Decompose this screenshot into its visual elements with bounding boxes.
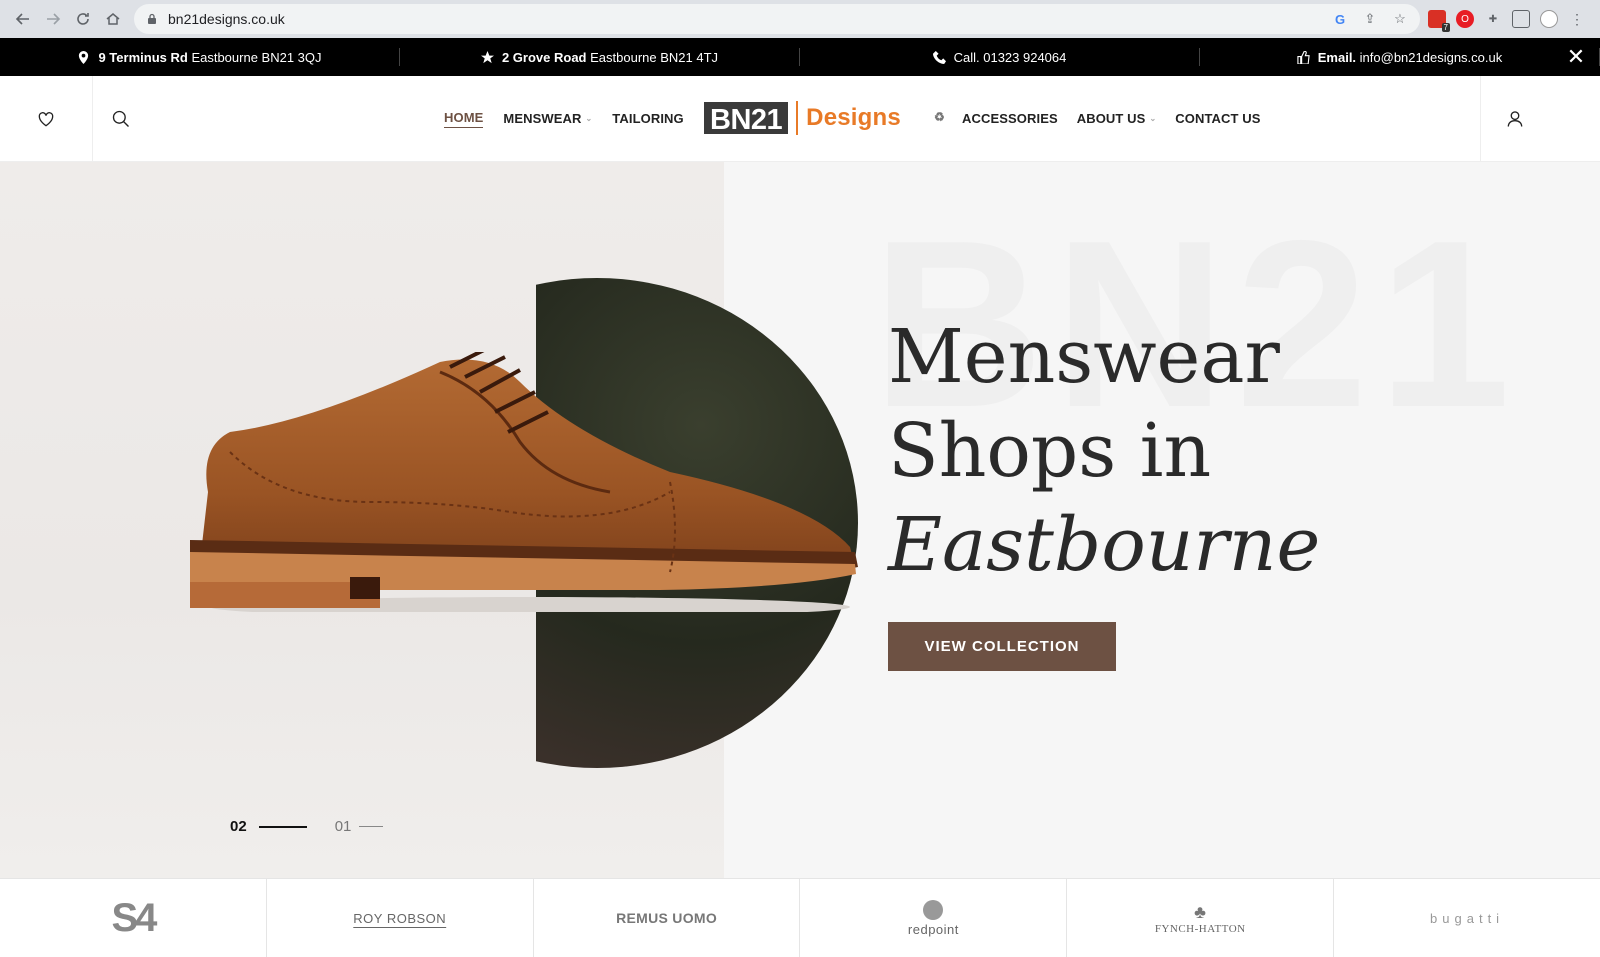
brand-remus-uomo[interactable]: REMUS UOMO xyxy=(534,879,801,957)
url-text: bn21designs.co.uk xyxy=(168,11,285,27)
lock-icon xyxy=(148,13,156,24)
hero-line2: Shops in xyxy=(888,408,1212,494)
logo-designs: Designs xyxy=(806,104,901,131)
reload-icon[interactable] xyxy=(68,4,98,34)
redpoint-circle-icon xyxy=(923,899,944,920)
user-account-icon[interactable] xyxy=(1480,76,1548,161)
bookmark-star-icon[interactable]: ☆ xyxy=(1392,11,1408,27)
hero-line1: Menswear xyxy=(888,314,1280,400)
logo-divider xyxy=(796,101,799,135)
slider-pagination: 02 01 xyxy=(230,818,384,835)
share-icon[interactable]: ⇪ xyxy=(1362,11,1378,27)
brand-s4[interactable]: S4 xyxy=(0,879,267,957)
sidebar-icon[interactable] xyxy=(1512,10,1530,28)
address-bar[interactable]: bn21designs.co.uk G ⇪ ☆ xyxy=(134,4,1420,34)
accessories-icon: ♻ xyxy=(934,109,945,124)
main-nav-left: HOME MENSWEAR ⌄ TAILORING xyxy=(444,76,704,161)
email-link[interactable]: Email. info@bn21designs.co.uk xyxy=(1200,48,1600,66)
brand-bugatti[interactable]: bugatti xyxy=(1334,879,1600,957)
map-pin-icon xyxy=(79,50,89,64)
slide-next[interactable]: 01 xyxy=(335,818,352,835)
top-info-bar: 9 Terminus Rd Eastbourne BN21 3QJ 2 Grov… xyxy=(0,38,1600,76)
hero-slider: BN21 Menswear Shops in Eastbourne VIEW C… xyxy=(0,162,1600,880)
site-logo[interactable]: BN21 Designs xyxy=(704,101,901,136)
nav-contact[interactable]: CONTACT US xyxy=(1175,111,1260,126)
kebab-menu-icon[interactable]: ⋮ xyxy=(1568,10,1586,28)
profile-avatar-icon[interactable] xyxy=(1540,10,1558,28)
brand-fynch-hatton[interactable]: ♣ FYNCH-HATTON xyxy=(1067,879,1335,957)
puzzle-extensions-icon[interactable]: ✚ xyxy=(1484,10,1502,28)
forward-arrow-icon[interactable] xyxy=(38,4,68,34)
home-icon[interactable] xyxy=(98,4,128,34)
phone-icon xyxy=(932,50,946,64)
site-header: HOME MENSWEAR ⌄ TAILORING BN21 Designs ♻ … xyxy=(0,76,1600,162)
brand-logos-strip: S4 ROY ROBSON REMUS UOMO redpoint ♣ FYNC… xyxy=(0,878,1600,957)
address2: 2 Grove Road Eastbourne BN21 4TJ xyxy=(400,48,800,66)
chevron-down-icon: ⌄ xyxy=(585,114,593,123)
thumbs-up-icon xyxy=(1297,50,1310,64)
browser-toolbar: bn21designs.co.uk G ⇪ ☆ 7 O ✚ ⋮ xyxy=(0,0,1600,38)
nav-accessories[interactable]: ♻ ACCESSORIES xyxy=(934,110,1058,128)
chevron-down-icon: ⌄ xyxy=(1149,114,1157,123)
view-collection-button[interactable]: VIEW COLLECTION xyxy=(888,622,1116,671)
search-icon[interactable] xyxy=(93,109,149,129)
phone-link[interactable]: Call. 01323 924064 xyxy=(800,48,1200,66)
main-nav-right: ♻ ACCESSORIES ABOUT US ⌄ CONTACT US xyxy=(934,76,1280,161)
logo-bn21: BN21 xyxy=(704,102,789,136)
calendar-extension-icon[interactable]: 7 xyxy=(1428,10,1450,32)
hero-headline: Menswear Shops in Eastbourne xyxy=(888,310,1320,592)
brand-redpoint[interactable]: redpoint xyxy=(800,879,1068,957)
slide-line xyxy=(359,826,384,827)
nav-menswear[interactable]: MENSWEAR ⌄ xyxy=(503,111,592,126)
slide-current[interactable]: 02 xyxy=(230,818,247,835)
nav-tailoring[interactable]: TAILORING xyxy=(612,111,683,126)
star-icon xyxy=(480,50,494,63)
google-icon[interactable]: G xyxy=(1332,11,1348,27)
opera-extension-icon[interactable]: O xyxy=(1456,10,1474,28)
close-icon[interactable]: ✕ xyxy=(1566,46,1586,68)
brogue-shoe-image xyxy=(190,352,858,612)
nav-home[interactable]: HOME xyxy=(444,110,484,128)
tree-icon: ♣ xyxy=(1194,901,1207,922)
address1: 9 Terminus Rd Eastbourne BN21 3QJ xyxy=(0,48,400,66)
slide-progress-line xyxy=(258,825,307,828)
nav-about[interactable]: ABOUT US ⌄ xyxy=(1077,111,1157,126)
hero-line3: Eastbourne xyxy=(888,502,1321,588)
wishlist-heart-icon[interactable] xyxy=(0,76,93,161)
back-arrow-icon[interactable] xyxy=(8,4,38,34)
brand-roy-robson[interactable]: ROY ROBSON xyxy=(267,879,534,957)
